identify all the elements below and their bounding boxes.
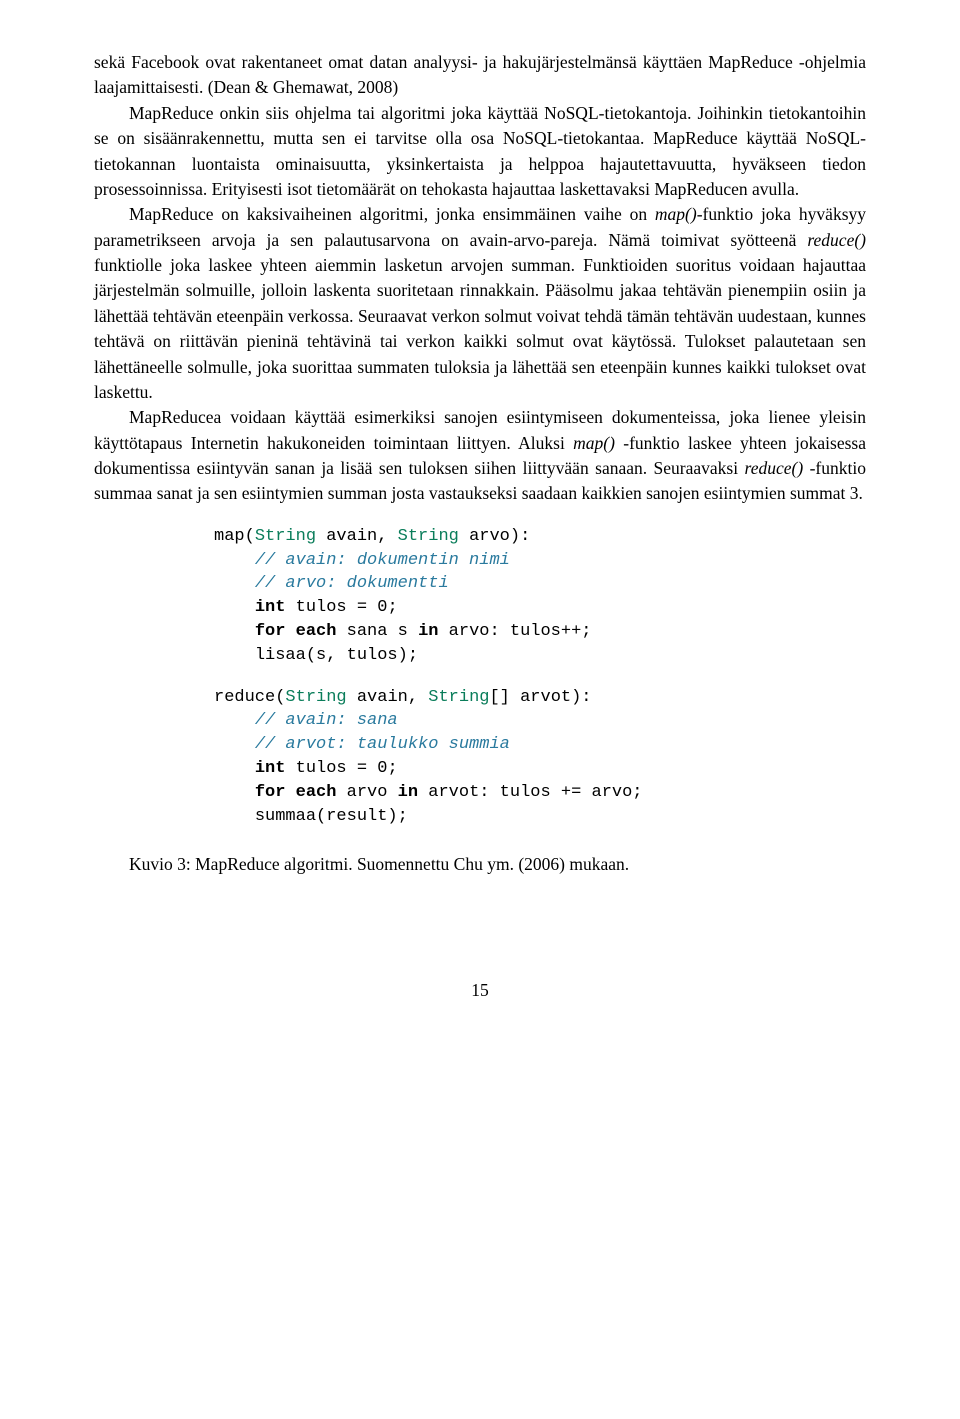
figure-caption: Kuvio 3: MapReduce algoritmi. Suomennett… <box>94 852 866 877</box>
keyword-in: in <box>418 622 438 641</box>
caption-text: Kuvio 3: MapReduce algoritmi. Suomennett… <box>129 854 629 874</box>
text: MapReduce onkin siis ohjelma tai algorit… <box>94 103 866 199</box>
keyword-type: String <box>398 527 459 546</box>
keyword-each: each <box>296 622 337 641</box>
code-text: map( <box>214 527 255 546</box>
code-text: sana s <box>336 622 418 641</box>
text: MapReduce on kaksivaiheinen algoritmi, j… <box>129 204 655 224</box>
paragraph-1: sekä Facebook ovat rakentaneet omat data… <box>94 50 866 101</box>
italic-map: map() <box>573 433 615 453</box>
keyword-type: String <box>285 688 346 707</box>
keyword-each: each <box>296 783 337 802</box>
code-text: arvo): <box>459 527 530 546</box>
code-text: arvo: tulos++; <box>438 622 591 641</box>
italic-map: map() <box>655 204 697 224</box>
code-text: tulos = 0; <box>285 598 397 617</box>
code-text: arvot: tulos += arvo; <box>418 783 642 802</box>
italic-reduce: reduce() <box>745 458 804 478</box>
page-number: 15 <box>94 978 866 1003</box>
keyword-for: for <box>255 783 286 802</box>
keyword-type: String <box>428 688 489 707</box>
comment: // avain: dokumentin nimi <box>255 551 510 570</box>
keyword-for: for <box>255 622 286 641</box>
comment: // avain: sana <box>255 711 398 730</box>
keyword-int: int <box>255 598 286 617</box>
text: funktiolle joka laskee yhteen aiemmin la… <box>94 255 866 402</box>
code-block-reduce: reduce(String avain, String[] arvot): //… <box>214 686 866 829</box>
paragraph-3: MapReduce on kaksivaiheinen algoritmi, j… <box>94 202 866 405</box>
keyword-int: int <box>255 759 286 778</box>
code-text: arvo <box>336 783 397 802</box>
paragraph-2: MapReduce onkin siis ohjelma tai algorit… <box>94 101 866 203</box>
keyword-in: in <box>398 783 418 802</box>
code-text: avain, <box>316 527 398 546</box>
comment: // arvo: dokumentti <box>255 574 449 593</box>
code-text: reduce( <box>214 688 285 707</box>
code-text: lisaa(s, tulos); <box>255 646 418 665</box>
paragraph-4: MapReducea voidaan käyttää esimerkiksi s… <box>94 405 866 507</box>
code-text: summaa(result); <box>255 807 408 826</box>
keyword-type: String <box>255 527 316 546</box>
text: sekä Facebook ovat rakentaneet omat data… <box>94 52 866 97</box>
italic-reduce: reduce() <box>807 230 866 250</box>
code-text: tulos = 0; <box>285 759 397 778</box>
comment: // arvot: taulukko summia <box>255 735 510 754</box>
code-block-map: map(String avain, String arvo): // avain… <box>214 525 866 668</box>
code-text: avain, <box>347 688 429 707</box>
code-text: [] arvot): <box>489 688 591 707</box>
